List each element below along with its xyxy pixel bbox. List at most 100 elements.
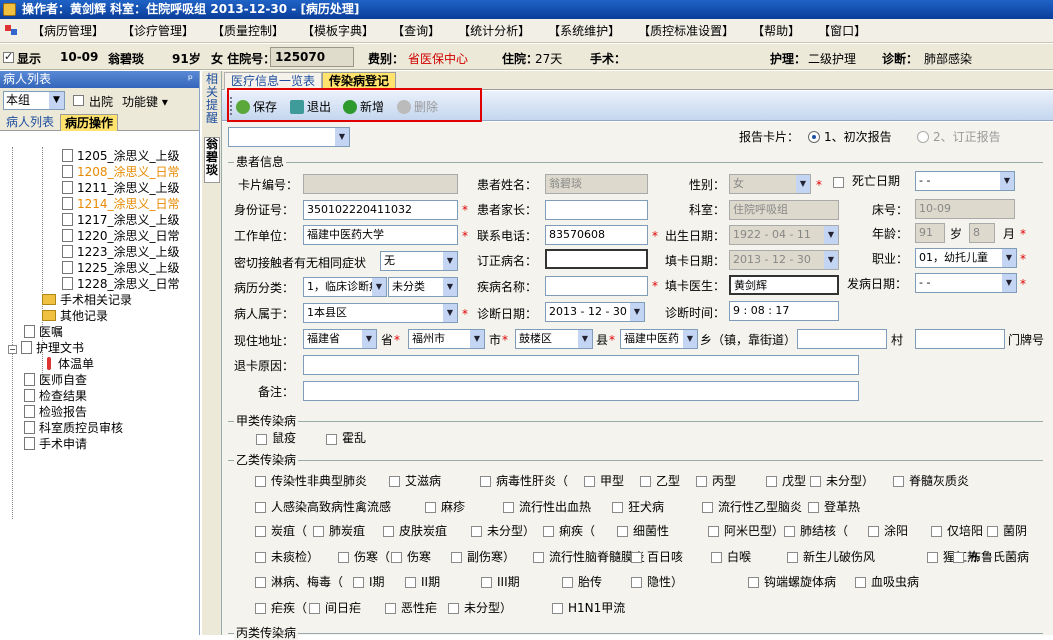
tree-item[interactable]: 1228_涂思义_日常 (62, 276, 180, 292)
tree-node[interactable]: 医嘱 (24, 324, 63, 340)
disease-checkbox[interactable] (631, 552, 642, 563)
chevron-down-icon[interactable]: ▼ (443, 252, 457, 270)
disease-checkbox[interactable] (612, 502, 623, 513)
disease-checkbox[interactable] (255, 603, 266, 614)
tree-node[interactable]: 检查结果 (24, 388, 87, 404)
tree-item[interactable]: 1220_涂思义_日常 (62, 228, 180, 244)
chevron-down-icon[interactable]: ▼ (1002, 249, 1016, 267)
chevron-down-icon[interactable]: ▼ (796, 175, 810, 193)
menu-item[interactable]: 【质控标准设置】 (632, 22, 740, 39)
disease-checkbox[interactable] (255, 552, 266, 563)
cholera-checkbox[interactable] (326, 434, 337, 445)
chevron-down-icon[interactable]: ▼ (470, 330, 484, 348)
menu-app-icon[interactable] (2, 21, 24, 41)
disease-checkbox[interactable] (385, 603, 396, 614)
menu-item[interactable]: 【查询】 (386, 22, 446, 39)
job-select[interactable]: 01，幼托儿童 ▼ (915, 248, 1017, 268)
menu-item[interactable]: 【诊疗管理】 (116, 22, 200, 39)
disease-checkbox[interactable] (405, 577, 416, 588)
disease-field[interactable] (545, 276, 648, 296)
patient-name-field[interactable]: 翁碧琰 (545, 174, 648, 194)
tree-node[interactable]: 科室质控员审核 (24, 420, 123, 436)
tab-patient-name[interactable]: 翁碧琰 (204, 137, 220, 183)
contact-select[interactable]: 无 ▼ (380, 251, 458, 271)
county-select[interactable]: 鼓楼区 ▼ (515, 329, 593, 349)
disease-checkbox[interactable] (562, 577, 573, 588)
death-checkbox[interactable] (833, 177, 844, 188)
delete-button[interactable]: 删除 (397, 98, 438, 116)
disease-checkbox[interactable] (313, 526, 324, 537)
door-field[interactable] (915, 329, 1005, 349)
menu-item[interactable]: 【窗口】 (812, 22, 872, 39)
first-report-radio[interactable] (808, 131, 820, 143)
pin-icon[interactable]: ᵖ (188, 71, 193, 88)
doctor-field[interactable]: 黄剑辉 (729, 275, 839, 295)
collapse-icon[interactable]: − (8, 345, 17, 354)
tree-item[interactable]: 1217_涂思义_上级 (62, 212, 180, 228)
menu-item[interactable]: 【系统维护】 (542, 22, 626, 39)
exit-button[interactable]: 退出 (290, 98, 331, 116)
disease-checkbox[interactable] (696, 476, 707, 487)
onset-date-field[interactable]: - - ▼ (915, 273, 1017, 293)
parent-field[interactable] (545, 200, 648, 220)
disease-checkbox[interactable] (481, 577, 492, 588)
tree-node[interactable]: 医师自查 (24, 372, 87, 388)
chevron-down-icon[interactable]: ▼ (824, 251, 838, 269)
note-field[interactable] (303, 381, 859, 401)
menu-item[interactable]: 【帮助】 (746, 22, 806, 39)
dept-field[interactable]: 住院呼吸组 (729, 200, 839, 220)
chevron-down-icon[interactable]: ▼ (443, 278, 457, 296)
chevron-down-icon[interactable]: ▼ (578, 330, 592, 348)
disease-checkbox[interactable] (451, 552, 462, 563)
disease-checkbox[interactable] (389, 476, 400, 487)
birth-field[interactable]: 1922 - 04 - 11 ▼ (729, 225, 839, 245)
disease-checkbox[interactable] (503, 502, 514, 513)
chevron-down-icon[interactable]: ▼ (1002, 274, 1016, 292)
show-checkbox[interactable] (3, 50, 14, 63)
tree-item[interactable]: 1208_涂思义_日常 (62, 164, 180, 180)
card-no-field[interactable] (303, 174, 458, 194)
chevron-down-icon[interactable]: ▼ (372, 278, 386, 296)
disease-checkbox[interactable] (552, 603, 563, 614)
tree-node[interactable]: 体温单 (44, 356, 94, 372)
tree-node[interactable]: 检验报告 (24, 404, 87, 420)
disease-checkbox[interactable] (480, 476, 491, 487)
disease-checkbox[interactable] (448, 603, 459, 614)
chevron-down-icon[interactable]: ▼ (335, 128, 349, 146)
chevron-down-icon[interactable]: ▼ (1000, 172, 1014, 190)
disease-checkbox[interactable] (766, 476, 777, 487)
tree-node[interactable]: 手术申请 (24, 436, 87, 452)
chevron-down-icon[interactable]: ▼ (362, 330, 376, 348)
village-field[interactable] (797, 329, 887, 349)
disease-checkbox[interactable] (711, 552, 722, 563)
disease-checkbox[interactable] (338, 552, 349, 563)
discharged-checkbox[interactable] (73, 95, 84, 106)
disease-checkbox[interactable] (383, 526, 394, 537)
disease-checkbox[interactable] (927, 552, 938, 563)
chevron-down-icon[interactable]: ▼ (824, 226, 838, 244)
disease-checkbox[interactable] (617, 526, 628, 537)
menu-item[interactable]: 【病历管理】 (26, 22, 110, 39)
chevron-down-icon[interactable]: ▼ (443, 304, 457, 322)
bed-field[interactable]: 10-09 (915, 199, 1015, 219)
disease-checkbox[interactable] (255, 476, 266, 487)
tree-item[interactable]: 1214_涂思义_日常 (62, 196, 180, 212)
disease-checkbox[interactable] (353, 577, 364, 588)
belong-select[interactable]: 1本县区 ▼ (303, 303, 458, 323)
tab-record-ops[interactable]: 病历操作 (60, 114, 119, 131)
tree-item[interactable]: 1211_涂思义_上级 (62, 180, 180, 196)
tab-patient-list[interactable]: 病人列表 (2, 114, 58, 131)
age-years-field[interactable]: 91 (915, 223, 945, 243)
chevron-down-icon[interactable]: ▼ (49, 92, 64, 109)
tree-node[interactable]: − 护理文书 (8, 340, 84, 356)
disease-checkbox[interactable] (810, 476, 821, 487)
chevron-down-icon[interactable]: ▼ (683, 330, 697, 348)
revise-field[interactable] (545, 249, 648, 269)
tree-folder[interactable]: 手术相关记录 (42, 292, 132, 308)
disease-checkbox[interactable] (255, 502, 266, 513)
disease-checkbox[interactable] (533, 552, 544, 563)
diag-time-field[interactable]: 9 : 08 : 17 (729, 301, 839, 321)
disease-checkbox[interactable] (708, 526, 719, 537)
chevron-down-icon[interactable]: ▼ (630, 303, 644, 321)
disease-checkbox[interactable] (391, 552, 402, 563)
